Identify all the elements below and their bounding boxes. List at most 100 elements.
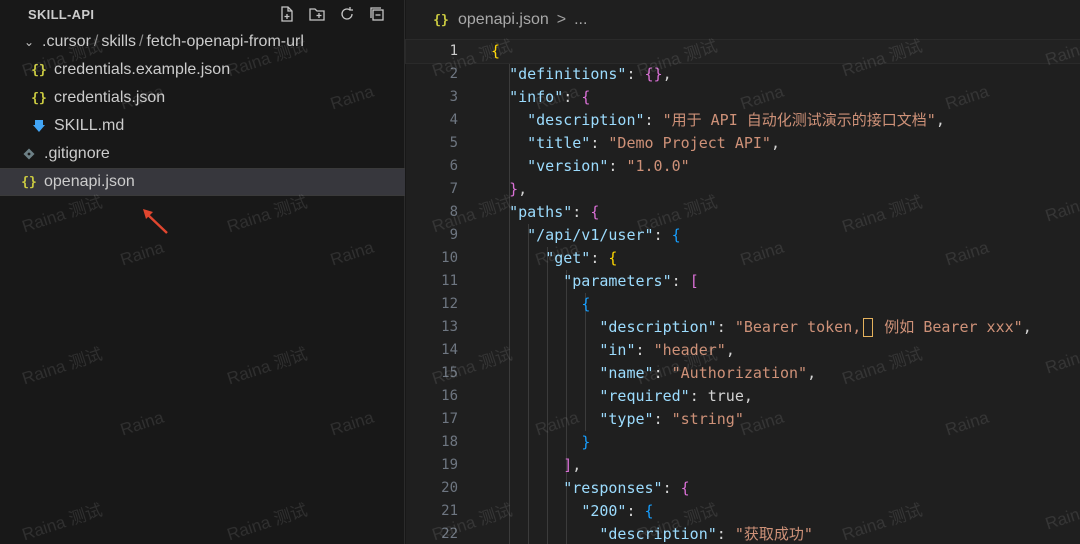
line-number: 3 bbox=[449, 89, 458, 105]
folder-segment: skills bbox=[101, 33, 137, 50]
file-name: SKILL.md bbox=[54, 117, 125, 134]
line-number: 1 bbox=[449, 43, 458, 59]
code-line[interactable]: 3 "info": { bbox=[406, 86, 1080, 109]
line-number: 12 bbox=[441, 296, 458, 312]
file-row[interactable]: .gitignore bbox=[0, 140, 405, 168]
folder-segment: fetch-openapi-from-url bbox=[146, 33, 304, 50]
git-icon bbox=[20, 148, 38, 160]
code-text: "parameters": [ bbox=[563, 272, 699, 290]
code-text: } bbox=[581, 433, 591, 451]
json-icon: {} bbox=[31, 62, 47, 78]
code-line[interactable]: 19 ], bbox=[406, 454, 1080, 477]
code-line[interactable]: 1{ bbox=[405, 39, 1080, 64]
folder-segment: .cursor bbox=[42, 33, 91, 50]
file-name: openapi.json bbox=[44, 173, 135, 190]
code-text: "type": "string" bbox=[599, 410, 744, 428]
explorer-actions bbox=[276, 4, 388, 24]
code-line[interactable]: 21 "200": { bbox=[406, 500, 1080, 523]
code-text: "name": "Authorization", bbox=[599, 364, 817, 382]
file-row-selected[interactable]: {} openapi.json bbox=[0, 168, 405, 196]
code-line[interactable]: 18 } bbox=[406, 431, 1080, 454]
code-line[interactable]: 9 "/api/v1/user": { bbox=[406, 224, 1080, 247]
line-number: 5 bbox=[449, 135, 458, 151]
chevron-right-icon: > bbox=[556, 11, 567, 28]
code-text: "in": "header", bbox=[599, 341, 735, 359]
file-row[interactable]: {} credentials.example.json bbox=[0, 56, 405, 84]
line-number: 16 bbox=[441, 388, 458, 404]
text-cursor bbox=[863, 318, 874, 337]
folder-row[interactable]: ⌄ .cursor / skills / fetch-openapi-from-… bbox=[0, 28, 405, 56]
code-line[interactable]: 15 "name": "Authorization", bbox=[406, 362, 1080, 385]
code-line[interactable]: 12 { bbox=[406, 293, 1080, 316]
line-number: 20 bbox=[441, 480, 458, 496]
code-line[interactable]: 14 "in": "header", bbox=[406, 339, 1080, 362]
file-name: credentials.example.json bbox=[54, 61, 231, 78]
line-number: 4 bbox=[449, 112, 458, 128]
line-number: 11 bbox=[441, 273, 458, 289]
file-row[interactable]: SKILL.md bbox=[0, 112, 405, 140]
markdown-icon bbox=[30, 119, 48, 133]
new-folder-icon[interactable] bbox=[306, 4, 328, 24]
code-text: "version": "1.0.0" bbox=[527, 157, 690, 175]
code-line[interactable]: 20 "responses": { bbox=[406, 477, 1080, 500]
code-text: { bbox=[491, 42, 501, 60]
code-text: "description": "获取成功" bbox=[599, 525, 813, 543]
code-line[interactable]: 6 "version": "1.0.0" bbox=[406, 155, 1080, 178]
collapse-all-icon[interactable] bbox=[366, 4, 388, 24]
chevron-down-icon: ⌄ bbox=[23, 35, 35, 49]
code-line[interactable]: 16 "required": true, bbox=[406, 385, 1080, 408]
new-file-icon[interactable] bbox=[276, 4, 298, 24]
path-separator: / bbox=[93, 33, 99, 50]
file-row[interactable]: {} credentials.json bbox=[0, 84, 405, 112]
code-text: "info": { bbox=[509, 88, 591, 106]
code-text: { bbox=[581, 295, 591, 313]
code-lines[interactable]: 1{2 "definitions": {}, 3 "info": {4 "desc… bbox=[405, 39, 1080, 544]
line-number: 2 bbox=[449, 66, 458, 82]
code-line[interactable]: 4 "description": "用于 API 自动化测试演示的接口文档", bbox=[406, 109, 1080, 132]
line-number: 13 bbox=[441, 319, 458, 335]
code-text: }, bbox=[509, 180, 528, 198]
code-line[interactable]: 17 "type": "string" bbox=[406, 408, 1080, 431]
line-number: 7 bbox=[449, 181, 458, 197]
code-text: "paths": { bbox=[509, 203, 600, 221]
code-line[interactable]: 7 }, bbox=[406, 178, 1080, 201]
line-number: 9 bbox=[449, 227, 458, 243]
breadcrumb: {} openapi.json > ... bbox=[406, 0, 1080, 40]
code-text: "title": "Demo Project API", bbox=[527, 134, 780, 152]
breadcrumb-more[interactable]: ... bbox=[574, 11, 587, 29]
code-line[interactable]: 2 "definitions": {}, bbox=[406, 63, 1080, 86]
line-number: 10 bbox=[441, 250, 458, 266]
line-number: 19 bbox=[441, 457, 458, 473]
code-line[interactable]: 11 "parameters": [ bbox=[406, 270, 1080, 293]
code-text: "description": "Bearer token, 例如 Bearer … bbox=[599, 318, 1032, 337]
code-text: ], bbox=[563, 456, 582, 474]
file-name: .gitignore bbox=[44, 145, 110, 162]
line-number: 18 bbox=[441, 434, 458, 450]
json-icon: {} bbox=[433, 12, 449, 28]
code-text: "definitions": {}, bbox=[509, 65, 672, 83]
code-text: "required": true, bbox=[599, 387, 753, 405]
code-text: "responses": { bbox=[563, 479, 690, 497]
code-line[interactable]: 10 "get": { bbox=[406, 247, 1080, 270]
code-line[interactable]: 13 "description": "Bearer token, 例如 Bear… bbox=[406, 316, 1080, 339]
json-icon: {} bbox=[21, 174, 37, 190]
code-text: "get": { bbox=[545, 249, 618, 267]
line-number: 8 bbox=[449, 204, 458, 220]
code-editor[interactable]: {} openapi.json > ... 1{2 "definitions":… bbox=[405, 0, 1080, 544]
refresh-icon[interactable] bbox=[336, 4, 358, 24]
code-line[interactable]: 5 "title": "Demo Project API", bbox=[406, 132, 1080, 155]
breadcrumb-file[interactable]: openapi.json bbox=[458, 11, 549, 29]
line-number: 21 bbox=[441, 503, 458, 519]
file-name: credentials.json bbox=[54, 89, 166, 106]
code-text: "200": { bbox=[581, 502, 654, 520]
json-icon: {} bbox=[31, 90, 47, 106]
line-number: 17 bbox=[441, 411, 458, 427]
line-number: 15 bbox=[441, 365, 458, 381]
line-number: 6 bbox=[449, 158, 458, 174]
path-separator: / bbox=[139, 33, 144, 50]
code-text: "description": "用于 API 自动化测试演示的接口文档", bbox=[527, 111, 945, 129]
line-number: 14 bbox=[441, 342, 458, 358]
code-line[interactable]: 8 "paths": { bbox=[406, 201, 1080, 224]
code-line[interactable]: 22 "description": "获取成功" bbox=[406, 523, 1080, 544]
line-number: 22 bbox=[441, 526, 458, 542]
